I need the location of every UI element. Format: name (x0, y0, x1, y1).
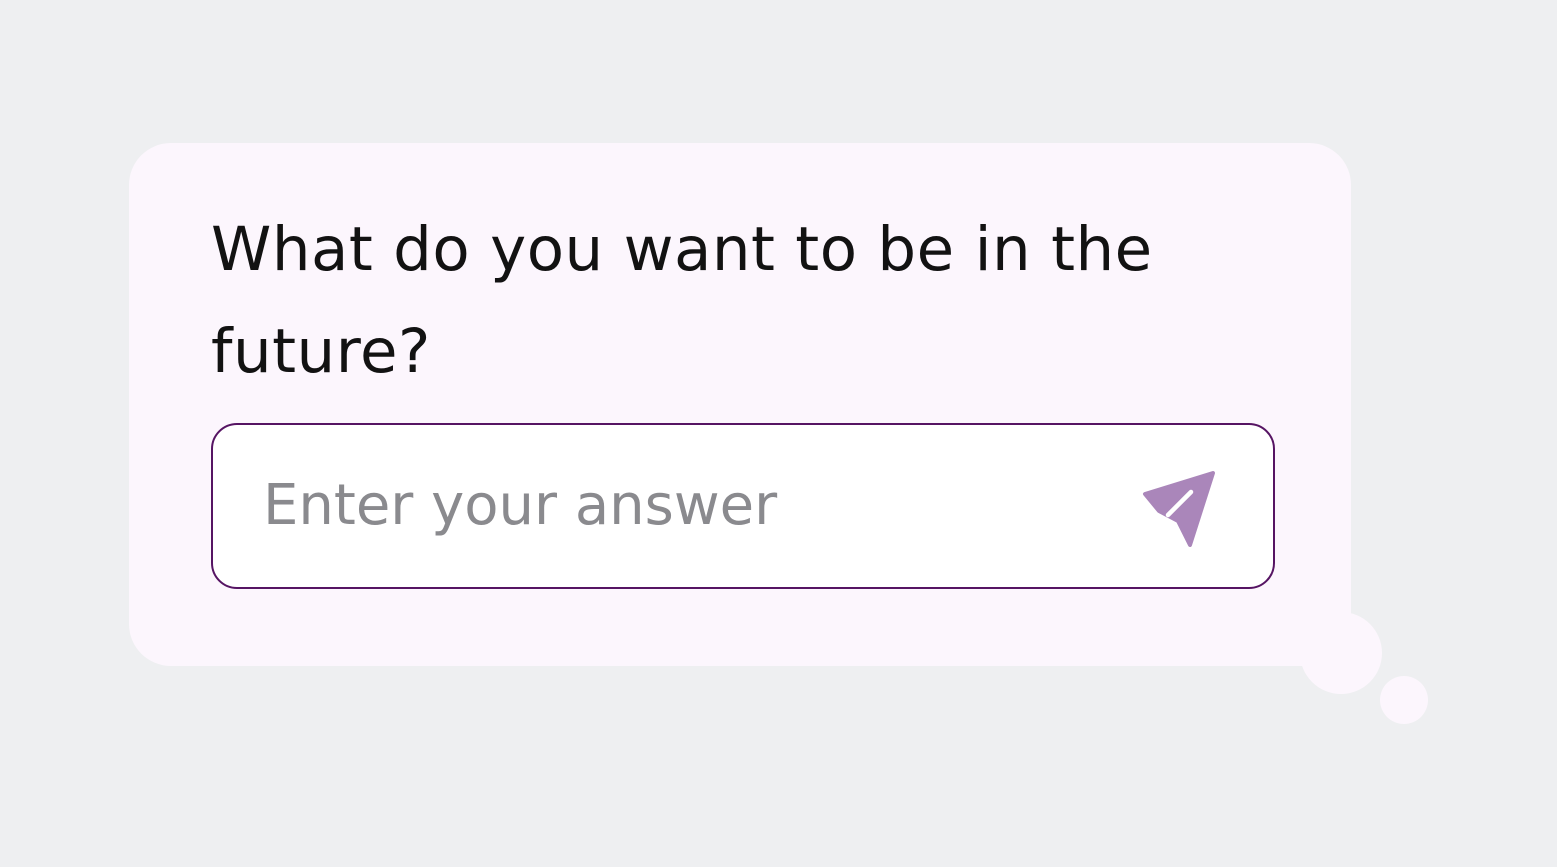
question-text: What do you want to be in the future? (211, 214, 1153, 387)
thought-bubble-tail-small (1380, 676, 1428, 724)
send-icon (1143, 471, 1215, 547)
thought-bubble-tail-large (1300, 612, 1382, 694)
answer-field-container[interactable] (211, 423, 1275, 589)
answer-input[interactable] (263, 425, 1113, 586)
thought-bubble: What do you want to be in the future? (129, 143, 1351, 666)
send-button[interactable] (1137, 465, 1221, 549)
